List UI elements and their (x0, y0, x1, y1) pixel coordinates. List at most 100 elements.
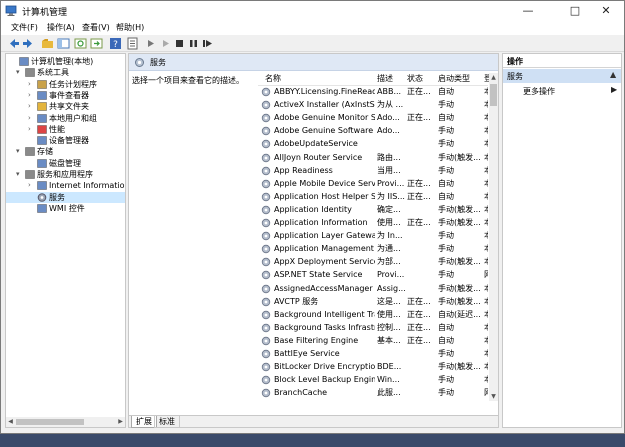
tree-item-device-manager[interactable]: 设备管理器 (6, 135, 125, 146)
tree-item-task-scheduler[interactable]: › 任务计划程序 (6, 79, 125, 90)
service-description: Assig... (377, 283, 406, 293)
tree-item-label: 服务和应用程序 (37, 170, 93, 179)
tree-scroll-thumb[interactable] (16, 419, 84, 425)
service-row[interactable]: Application Host Helper Se...为 IIS...正在.… (258, 190, 488, 203)
column-header-startup-type[interactable]: 启动类型 (438, 73, 470, 84)
scroll-right-icon[interactable]: ▶ (116, 417, 125, 426)
back-icon[interactable] (7, 37, 20, 50)
up-folder-icon[interactable] (41, 37, 54, 50)
collapsed-arrow-icon[interactable]: › (28, 79, 36, 90)
properties-icon[interactable] (126, 37, 139, 50)
tree-horizontal-scrollbar[interactable]: ◀ ▶ (6, 417, 125, 427)
storage-icon (25, 147, 35, 157)
collapsed-arrow-icon[interactable]: › (28, 90, 36, 101)
tree-item-shared-folders[interactable]: › 共享文件夹 (6, 101, 125, 112)
service-row[interactable]: AssignedAccessManager ... Assig... 手动(触发..… (258, 282, 488, 295)
collapse-icon[interactable]: ▲ (610, 70, 616, 79)
device-manager-icon (37, 136, 47, 145)
service-name: Base Filtering Engine (274, 335, 359, 345)
service-row[interactable]: App Readiness 当用... 手动 本 (258, 164, 488, 177)
service-gear-icon (261, 349, 271, 359)
service-row[interactable]: Application Layer Gateway ...为 In... 手动 本 (258, 229, 488, 242)
minimize-button[interactable]: — (509, 1, 547, 21)
service-row[interactable]: BitLocker Drive Encryption ...BDE... 手动(触… (258, 360, 488, 373)
service-row[interactable]: AVCTP 服务 这是... 正在... 手动(触发...本 (258, 295, 488, 308)
service-row[interactable]: ABBYY.Licensing.FineRead... ABB... 正在... 自动… (258, 85, 488, 98)
service-row[interactable]: Background Tasks Infrastru...控制... 正在... 自… (258, 321, 488, 334)
tree-item-services-apps[interactable]: ▾ 服务和应用程序 (6, 169, 125, 180)
service-row[interactable]: Adobe Genuine Monitor S...Ado... 正在... 自动 本 (258, 111, 488, 124)
expanded-arrow-icon[interactable]: ▾ (16, 146, 24, 157)
show-hide-tree-icon[interactable] (57, 37, 70, 50)
scroll-up-icon[interactable]: ▲ (489, 73, 498, 82)
tree-item-disk-management[interactable]: 磁盘管理 (6, 158, 125, 169)
service-startup-type: 手动(触发... (438, 283, 481, 293)
menu-view[interactable]: 查看(V) (82, 22, 110, 33)
resume-service-icon[interactable] (159, 37, 172, 50)
stop-service-icon[interactable] (173, 37, 186, 50)
service-name: BranchCache (274, 388, 328, 398)
service-name: AVCTP 服务 (274, 296, 319, 306)
service-logon: 本 (484, 137, 488, 150)
tree-item-performance[interactable]: › 性能 (6, 124, 125, 135)
service-row[interactable]: Application Management为通... 手动 本 (258, 242, 488, 255)
service-row[interactable]: AllJoyn Router Service 路由... 手动(触发...本 (258, 151, 488, 164)
service-row[interactable]: Adobe Genuine Software I...Ado... 手动 本 (258, 124, 488, 137)
close-button[interactable]: ✕ (587, 1, 624, 21)
service-row[interactable]: Block Level Backup Engine ...Win... 手动 本 (258, 373, 488, 386)
expanded-arrow-icon[interactable]: ▾ (16, 67, 24, 78)
service-row[interactable]: Background Intelligent Tra...使用... 正在... 自… (258, 308, 488, 321)
actions-section-services[interactable]: 服务 ▲ (503, 69, 621, 83)
services-scroll-thumb[interactable] (490, 84, 497, 106)
service-row[interactable]: Apple Mobile Device Servi... Provi... 正在..… (258, 177, 488, 190)
tree-item-iis[interactable]: › Internet Information Se (6, 180, 125, 191)
title-bar: 计算机管理 — □ ✕ (1, 1, 624, 21)
service-description: Ado... (377, 113, 400, 123)
collapsed-arrow-icon[interactable]: › (28, 124, 36, 135)
service-row[interactable]: BattlEye Service 手动 本 (258, 347, 488, 360)
service-row[interactable]: BranchCache 此服... 手动 网 (258, 386, 488, 399)
service-row[interactable]: Base Filtering Engine 基本... 正在... 自动 本 (258, 334, 488, 347)
services-list: ABBYY.Licensing.FineRead... ABB... 正在... 自动… (258, 85, 488, 401)
collapsed-arrow-icon[interactable]: › (28, 113, 36, 124)
collapsed-arrow-icon[interactable]: › (28, 101, 36, 112)
column-header-status[interactable]: 状态 (407, 73, 423, 84)
collapsed-arrow-icon[interactable]: › (28, 180, 36, 191)
export-list-icon[interactable] (90, 37, 103, 50)
pause-service-icon[interactable] (187, 37, 200, 50)
tree-item-local-users[interactable]: › 本地用户和组 (6, 113, 125, 124)
more-actions-item[interactable]: 更多操作 ▶ (503, 85, 621, 98)
tree-item-system-tools[interactable]: ▾ 系统工具 (6, 67, 125, 78)
column-header-name[interactable]: 名称 (265, 73, 281, 84)
scroll-down-icon[interactable]: ▼ (489, 392, 498, 401)
service-description: Ado... (377, 126, 400, 136)
service-logon: 本 (484, 177, 488, 190)
start-service-icon[interactable] (144, 37, 157, 50)
forward-icon[interactable] (22, 37, 35, 50)
service-row[interactable]: Application Information 使用... 正在... 手动(触发..… (258, 216, 488, 229)
services-vertical-scrollbar[interactable]: ▲ ▼ (489, 73, 498, 401)
service-logon: 本 (484, 373, 488, 386)
service-row[interactable]: ASP.NET State Service Provi... 手动 网 (258, 268, 488, 281)
service-row[interactable]: ActiveX Installer (AxInstSV)为从 ... 手动 本 (258, 98, 488, 111)
restart-service-icon[interactable] (201, 37, 214, 50)
tree-item-event-viewer[interactable]: › 事件查看器 (6, 90, 125, 101)
help-icon[interactable]: ? (109, 37, 122, 50)
expanded-arrow-icon[interactable]: ▾ (16, 169, 24, 180)
tree-item-services[interactable]: 服务 (6, 191, 125, 203)
tree-item-wmi[interactable]: WMI 控件 (6, 203, 125, 214)
services-gear-icon (135, 58, 144, 67)
service-row[interactable]: AppX Deployment Service ...为部... 手动(触发...… (258, 255, 488, 268)
menu-action[interactable]: 操作(A) (47, 22, 75, 33)
service-row[interactable]: AdobeUpdateService 手动 本 (258, 137, 488, 150)
scroll-left-icon[interactable]: ◀ (6, 417, 15, 426)
tree-item-computer-management[interactable]: 计算机管理(本地) (6, 56, 125, 67)
column-header-description[interactable]: 描述 (377, 73, 393, 84)
service-startup-type: 手动(触发... (438, 218, 481, 227)
tree-item-storage[interactable]: ▾ 存储 (6, 146, 125, 157)
refresh-icon[interactable] (74, 37, 87, 50)
menu-help[interactable]: 帮助(H) (116, 22, 144, 33)
tab-standard[interactable]: 标准 (154, 416, 180, 428)
menu-file[interactable]: 文件(F) (11, 22, 38, 33)
service-row[interactable]: Application Identity 确定... 手动(触发...本 (258, 203, 488, 216)
